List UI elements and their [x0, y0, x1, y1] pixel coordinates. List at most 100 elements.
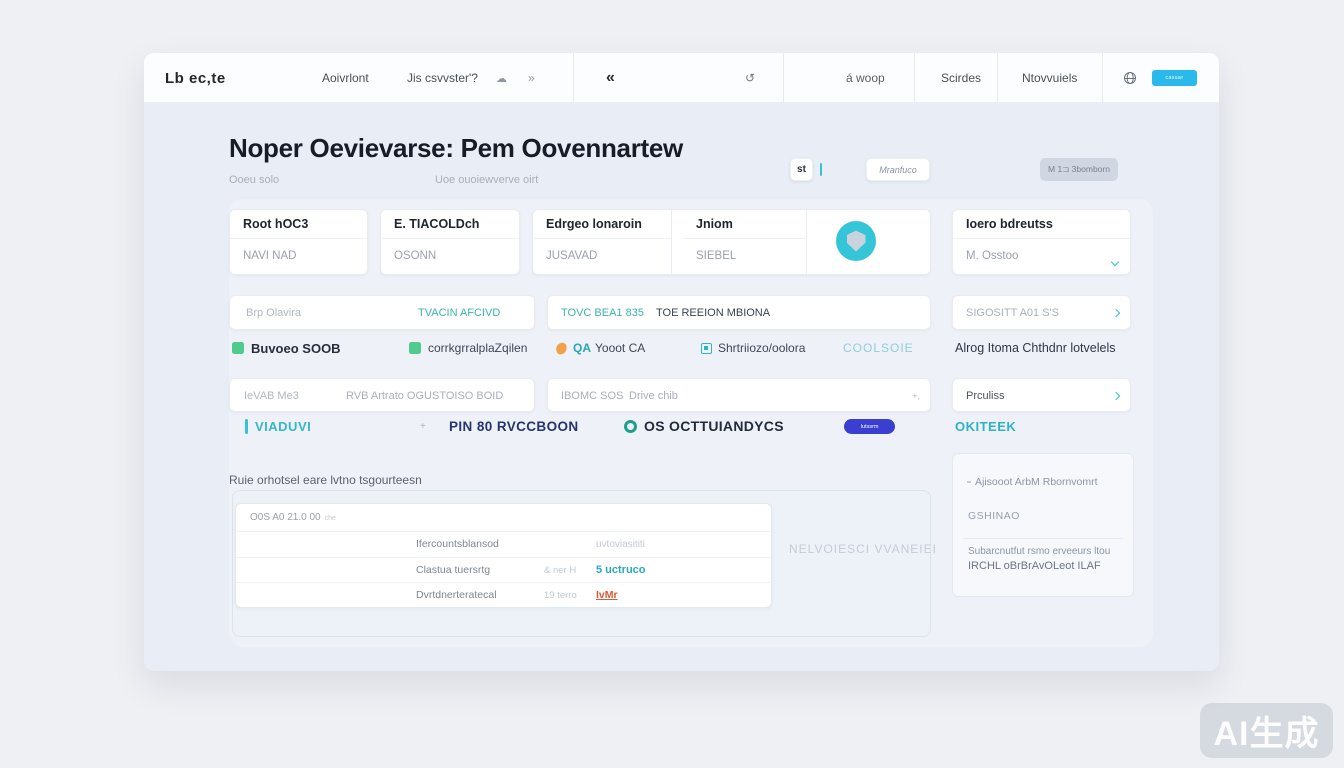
app-window: Lb ec,te Aoivrlont Jis csvvster'? ☁ » « … [144, 53, 1219, 671]
globe-icon[interactable] [1124, 53, 1136, 103]
nav-link-1[interactable]: Aoivrlont [322, 53, 369, 103]
stat-card-title: Edrgeo lonaroin [533, 210, 671, 239]
row-end-link[interactable]: 5 uctruco [596, 558, 646, 584]
container-watermark: NELVOIESCI VVANEIEI [789, 542, 937, 556]
stat-card-value: SIEBEL [683, 239, 806, 274]
accent-tick [820, 163, 822, 176]
stat-col-1: Edrgeo lonaroin JUSAVAD [533, 210, 671, 274]
nav-divider [914, 53, 915, 103]
nav-divider [573, 53, 574, 103]
legend-prefix: QA [573, 341, 591, 355]
legend-label: Buvoeo SOOB [251, 341, 341, 356]
table-header-label: O0S A0 21.0 00 [250, 512, 321, 523]
nav-link-4[interactable]: Scirdes [941, 53, 981, 103]
add-icon[interactable]: +, [912, 379, 920, 413]
okiteek-link[interactable]: OKITEEK [955, 417, 1016, 435]
report-container: O0S A0 21.0 00 che Ifercountsblansod uvto… [232, 490, 931, 637]
legend-item: Buvoeo SOOB [232, 339, 341, 357]
row-end-link[interactable]: IvMr [596, 583, 618, 609]
row-mid-value: 19 terro [544, 583, 577, 609]
pin-label: PIN 80 RVCCBOON [449, 419, 579, 434]
side-note-label: Alrog Itoma Chthdnr lotvelels [955, 341, 1116, 355]
ai-generated-badge: AI生成 [1200, 703, 1333, 758]
bar-label: Prculiss [966, 379, 1005, 413]
bar-c[interactable]: Prculiss [952, 378, 1131, 412]
image-frame-icon [701, 343, 712, 354]
stat-col-2: Jniom SIEBEL [683, 210, 806, 274]
subtitle-mid: Uoe ouoiewverve oirt [435, 174, 538, 186]
side-note: Alrog Itoma Chthdnr lotvelels [955, 339, 1116, 357]
stat-card-value: OSONN [381, 239, 519, 274]
legend-label: corrkgrralplaZqilen [428, 341, 527, 355]
bar-link[interactable]: TOVC BEA1 835 [561, 296, 644, 330]
ring-icon [624, 420, 637, 433]
chevron-right-icon[interactable] [1112, 392, 1120, 400]
subtitle-left: Ooeu solo [229, 174, 279, 186]
filter-button[interactable]: Mranfuco [866, 158, 930, 181]
legend-label: Shrtriiozo/oolora [718, 341, 805, 355]
stat-card-4: Ioero bdreutss M. Osstoo [952, 209, 1131, 275]
nav-link-3[interactable]: á woop [846, 53, 885, 103]
active-tab-label: VIADUVI [255, 419, 311, 434]
pin-item: PIN 80 RVCCBOON [449, 417, 579, 435]
bar-b: IBOMC SOS Drive chib +, [547, 378, 931, 412]
members-button[interactable]: M 1⊐ 3bomborn [1040, 158, 1118, 181]
app-logo: Lb ec,te [165, 53, 226, 103]
section-heading: Ruie orhotsel eare lvtno tsgourteesn [229, 473, 422, 487]
legend-item: COOLSOIE [843, 339, 914, 357]
table-row: Clastua tuersrtg & ner H 5 uctruco [236, 558, 771, 584]
chevron-right-icon[interactable] [1112, 309, 1120, 317]
action-pill-button[interactable]: Iutssrm [844, 419, 895, 434]
bar-link[interactable]: TVACIN AFCIVD [418, 296, 500, 330]
nav-link-2[interactable]: Jis csvvster'? [407, 53, 478, 103]
top-navbar: Lb ec,te Aoivrlont Jis csvvster'? ☁ » « … [144, 53, 1219, 103]
stat-card-wide: Edrgeo lonaroin JUSAVAD Jniom SIEBEL [532, 209, 931, 275]
os-label: OS OCTTUIANDYCS [644, 418, 784, 434]
report-table-card: O0S A0 21.0 00 che Ifercountsblansod uvto… [235, 503, 772, 608]
active-tab[interactable]: VIADUVI [245, 417, 311, 435]
table-header-suffix: che [325, 515, 336, 522]
card-divider [806, 210, 807, 274]
stat-card-title: Jniom [683, 210, 806, 239]
bar-a: IeVAB Me3 RVB Artrato OGUSTOISO BOID [229, 378, 535, 412]
table-row: Ifercountsblansod uvtoviasititi [236, 532, 771, 558]
info-line-4: IRCHL oBrBrAvOLeot ILAF [968, 560, 1101, 572]
bar-label: Brp Olavira [246, 296, 301, 330]
plus-icon: + [420, 421, 426, 432]
stat-card-value: M. Osstoo [953, 239, 1130, 274]
card-divider [671, 210, 672, 274]
stat-card-value: NAVI NAD [230, 239, 367, 274]
os-item: OS OCTTUIANDYCS [624, 417, 784, 435]
row-label: Ifercountsblansod [416, 532, 499, 558]
bar-c[interactable]: SIGOSITT A01 S'S [952, 295, 1131, 330]
stat-card-value: JUSAVAD [533, 239, 671, 274]
nav-link-5[interactable]: Ntovvuiels [1022, 53, 1077, 103]
bar-label: IBOMC SOS [561, 379, 623, 413]
plus-item[interactable]: + [420, 417, 426, 435]
cloud-icon[interactable]: ☁ [496, 53, 507, 103]
table-row: Dvrtdnerteratecal 19 terro IvMr [236, 583, 771, 609]
stat-card-1: Root hOC3 NAVI NAD [229, 209, 368, 275]
table-header: O0S A0 21.0 00 che [236, 504, 771, 532]
row-label: Dvrtdnerteratecal [416, 583, 497, 609]
nav-divider [783, 53, 784, 103]
orange-blob-icon [554, 341, 568, 355]
row-mid-value: & ner H [544, 558, 576, 584]
bar-label: Drive chib [629, 379, 678, 413]
collapse-icon[interactable]: « [606, 53, 615, 103]
history-icon[interactable]: ↺ [745, 53, 755, 103]
active-tab-indicator [245, 419, 248, 434]
console-link[interactable]: COOLSOIE [843, 341, 914, 355]
small-toggle-button[interactable]: st [790, 158, 813, 181]
double-arrow-icon[interactable]: » [528, 53, 535, 103]
shield-badge-icon [836, 221, 876, 261]
bar-label: SIGOSITT A01 S'S [966, 296, 1059, 330]
nav-divider [1102, 53, 1103, 103]
row-end-value: uvtoviasititi [596, 532, 645, 558]
green-square-icon [232, 342, 244, 354]
nav-divider [997, 53, 998, 103]
nav-cta-button[interactable]: casuar [1152, 70, 1197, 86]
green-square-icon [409, 342, 421, 354]
shield-icon [847, 231, 866, 252]
okiteek-label: OKITEEK [955, 419, 1016, 434]
